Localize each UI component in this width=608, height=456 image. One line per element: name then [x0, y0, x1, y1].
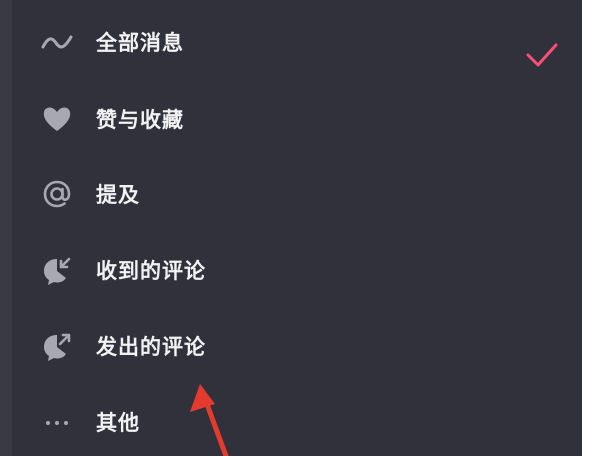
annotation-arrow	[190, 384, 229, 456]
message-filter-menu: 全部消息 赞与收藏 提及 收到的评论 发出的评论 其他	[12, 0, 582, 456]
menu-item-likes-favorites[interactable]: 赞与收藏	[12, 89, 582, 149]
at-icon	[40, 177, 74, 211]
comment-sent-icon	[40, 329, 74, 363]
menu-item-label: 全部消息	[96, 31, 184, 55]
checkmark-icon	[526, 43, 558, 67]
left-panel-edge	[0, 0, 12, 456]
menu-item-other[interactable]: 其他	[12, 392, 582, 452]
menu-item-sent-comments[interactable]: 发出的评论	[12, 316, 582, 376]
right-white-edge	[582, 0, 608, 456]
menu-item-all-messages[interactable]: 全部消息	[12, 12, 582, 72]
menu-item-label: 收到的评论	[96, 259, 206, 283]
menu-item-label: 提及	[96, 183, 140, 207]
comment-received-icon	[40, 253, 74, 287]
menu-item-label: 其他	[96, 411, 140, 435]
menu-item-mentions[interactable]: 提及	[12, 164, 582, 224]
heart-icon	[40, 102, 74, 136]
menu-item-label: 发出的评论	[96, 335, 206, 359]
menu-item-received-comments[interactable]: 收到的评论	[12, 240, 582, 300]
more-dots-icon	[40, 405, 74, 439]
wave-icon	[40, 25, 74, 59]
screenshot-frame: 全部消息 赞与收藏 提及 收到的评论 发出的评论 其他	[0, 0, 608, 456]
menu-item-label: 赞与收藏	[96, 108, 184, 132]
